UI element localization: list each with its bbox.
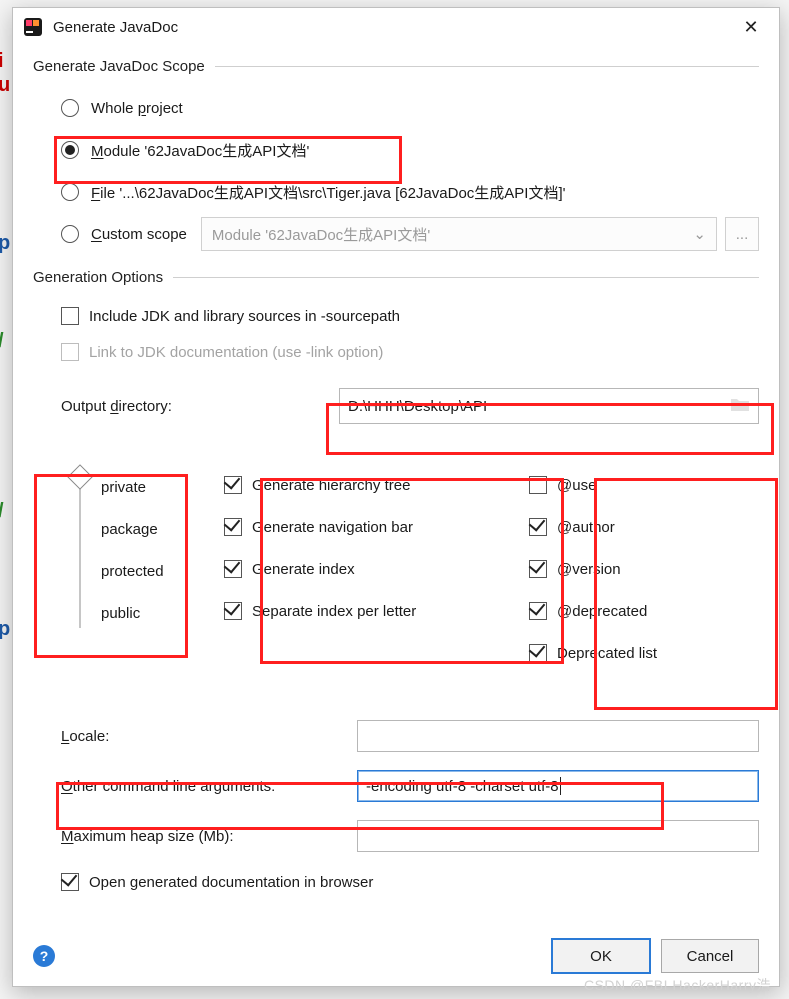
- visibility-slider[interactable]: private package protected public: [61, 464, 211, 634]
- scope-title: Generate JavaDoc Scope: [33, 58, 205, 75]
- radio-icon: [61, 183, 79, 201]
- radio-icon: [61, 225, 79, 243]
- locale-label: Locale:: [61, 728, 357, 745]
- output-dir-label: Output directory:: [61, 398, 339, 415]
- visibility-private[interactable]: private: [101, 466, 211, 508]
- checkbox-icon: [61, 343, 79, 361]
- label: public: [101, 605, 140, 622]
- chk-version[interactable]: @version: [529, 548, 759, 590]
- chk-deprecated[interactable]: @deprecated: [529, 590, 759, 632]
- chk-link-jdk: Link to JDK documentation (use -link opt…: [61, 334, 759, 370]
- heap-input[interactable]: [357, 820, 759, 852]
- radio-label: Module '62JavaDoc生成API文档': [91, 140, 309, 161]
- locale-input[interactable]: [357, 720, 759, 752]
- chk-label: Separate index per letter: [252, 603, 416, 620]
- bg-code-char: u: [0, 74, 10, 97]
- chk-label: Generate index: [252, 561, 355, 578]
- close-icon: ✕: [743, 17, 758, 38]
- bg-code-char: p: [0, 618, 10, 641]
- radio-label: Whole project: [91, 100, 183, 117]
- bg-code-char: p: [0, 232, 10, 255]
- combo-value: Module '62JavaDoc生成API文档': [212, 224, 430, 245]
- radio-label: Custom scope: [91, 226, 187, 243]
- chk-label: @use: [557, 477, 596, 494]
- label: package: [101, 521, 158, 538]
- radio-label: File '...\62JavaDoc生成API文档\src\Tiger.jav…: [91, 182, 566, 203]
- checkbox-icon: [224, 602, 242, 620]
- chk-generate-tree[interactable]: Generate hierarchy tree: [224, 464, 516, 506]
- visibility-public[interactable]: public: [101, 592, 211, 634]
- help-button[interactable]: ?: [33, 945, 55, 967]
- checkbox-icon: [61, 307, 79, 325]
- button-label: OK: [590, 948, 612, 965]
- output-dir-input[interactable]: D:\HHH\Desktop\API: [339, 388, 759, 424]
- chk-label: Generate hierarchy tree: [252, 477, 410, 494]
- gen-title: Generation Options: [33, 269, 163, 286]
- bg-code-char: i: [0, 50, 4, 73]
- custom-scope-ellipsis-button[interactable]: ...: [725, 217, 759, 251]
- input-value: -encoding utf-8 -charset utf-8: [366, 778, 559, 795]
- bg-code-char: /: [0, 500, 4, 523]
- chk-label: @deprecated: [557, 603, 647, 620]
- folder-icon[interactable]: [730, 396, 750, 416]
- radio-module[interactable]: Module '62JavaDoc生成API文档': [61, 129, 759, 171]
- help-icon: ?: [40, 948, 49, 964]
- custom-scope-combo[interactable]: Module '62JavaDoc生成API文档' ⌄: [201, 217, 717, 251]
- heap-label: Maximum heap size (Mb):: [61, 828, 357, 845]
- checkbox-icon: [61, 873, 79, 891]
- slider-track: [79, 478, 81, 628]
- chk-label: @author: [557, 519, 615, 536]
- intellij-icon: [23, 17, 43, 37]
- visibility-package[interactable]: package: [101, 508, 211, 550]
- chk-use[interactable]: @use: [529, 464, 759, 506]
- ok-button[interactable]: OK: [551, 938, 651, 974]
- label: private: [101, 479, 146, 496]
- radio-icon: [61, 99, 79, 117]
- checkbox-icon: [529, 518, 547, 536]
- chk-label: Link to JDK documentation (use -link opt…: [89, 344, 383, 361]
- chk-label: Generate navigation bar: [252, 519, 413, 536]
- chk-open-browser[interactable]: Open generated documentation in browser: [61, 864, 759, 900]
- radio-file[interactable]: File '...\62JavaDoc生成API文档\src\Tiger.jav…: [61, 171, 759, 213]
- checkbox-icon: [529, 644, 547, 662]
- chk-deprecated-list[interactable]: Deprecated list: [529, 632, 759, 674]
- chk-label: Deprecated list: [557, 645, 657, 662]
- titlebar[interactable]: Generate JavaDoc ✕: [13, 8, 779, 46]
- radio-custom-scope-row: Custom scope Module '62JavaDoc生成API文档' ⌄…: [61, 213, 759, 255]
- checkbox-icon: [529, 560, 547, 578]
- generation-options-header: Generation Options: [33, 269, 759, 286]
- visibility-protected[interactable]: protected: [101, 550, 211, 592]
- chk-separate-index[interactable]: Separate index per letter: [224, 590, 516, 632]
- radio-whole-project[interactable]: Whole project: [61, 87, 759, 129]
- chk-label: @version: [557, 561, 621, 578]
- radio-icon: [61, 141, 79, 159]
- chk-author[interactable]: @author: [529, 506, 759, 548]
- chk-include-jdk[interactable]: Include JDK and library sources in -sour…: [61, 298, 759, 334]
- slider-knob[interactable]: [67, 464, 92, 489]
- chevron-down-icon: ⌄: [693, 225, 706, 243]
- checkbox-icon: [224, 518, 242, 536]
- bg-code-char: /: [0, 330, 4, 353]
- scope-section-header: Generate JavaDoc Scope: [33, 58, 759, 75]
- checkbox-icon: [224, 560, 242, 578]
- cancel-button[interactable]: Cancel: [661, 939, 759, 973]
- text-caret: [560, 777, 561, 795]
- label: protected: [101, 563, 164, 580]
- ellipsis-label: ...: [736, 226, 749, 243]
- args-input[interactable]: -encoding utf-8 -charset utf-8: [357, 770, 759, 802]
- chk-generate-index[interactable]: Generate index: [224, 548, 516, 590]
- chk-label: Include JDK and library sources in -sour…: [89, 308, 400, 325]
- close-button[interactable]: ✕: [733, 13, 769, 41]
- chk-label: Open generated documentation in browser: [89, 874, 373, 891]
- button-label: Cancel: [687, 948, 734, 965]
- generate-javadoc-dialog: Generate JavaDoc ✕ Generate JavaDoc Scop…: [12, 7, 780, 987]
- chk-generate-nav[interactable]: Generate navigation bar: [224, 506, 516, 548]
- checkbox-icon: [224, 476, 242, 494]
- args-label: Other command line arguments:: [61, 778, 357, 795]
- dialog-title: Generate JavaDoc: [53, 19, 733, 36]
- checkbox-icon: [529, 476, 547, 494]
- checkbox-icon: [529, 602, 547, 620]
- radio-custom-scope[interactable]: Custom scope: [61, 225, 187, 243]
- output-dir-value: D:\HHH\Desktop\API: [348, 398, 487, 415]
